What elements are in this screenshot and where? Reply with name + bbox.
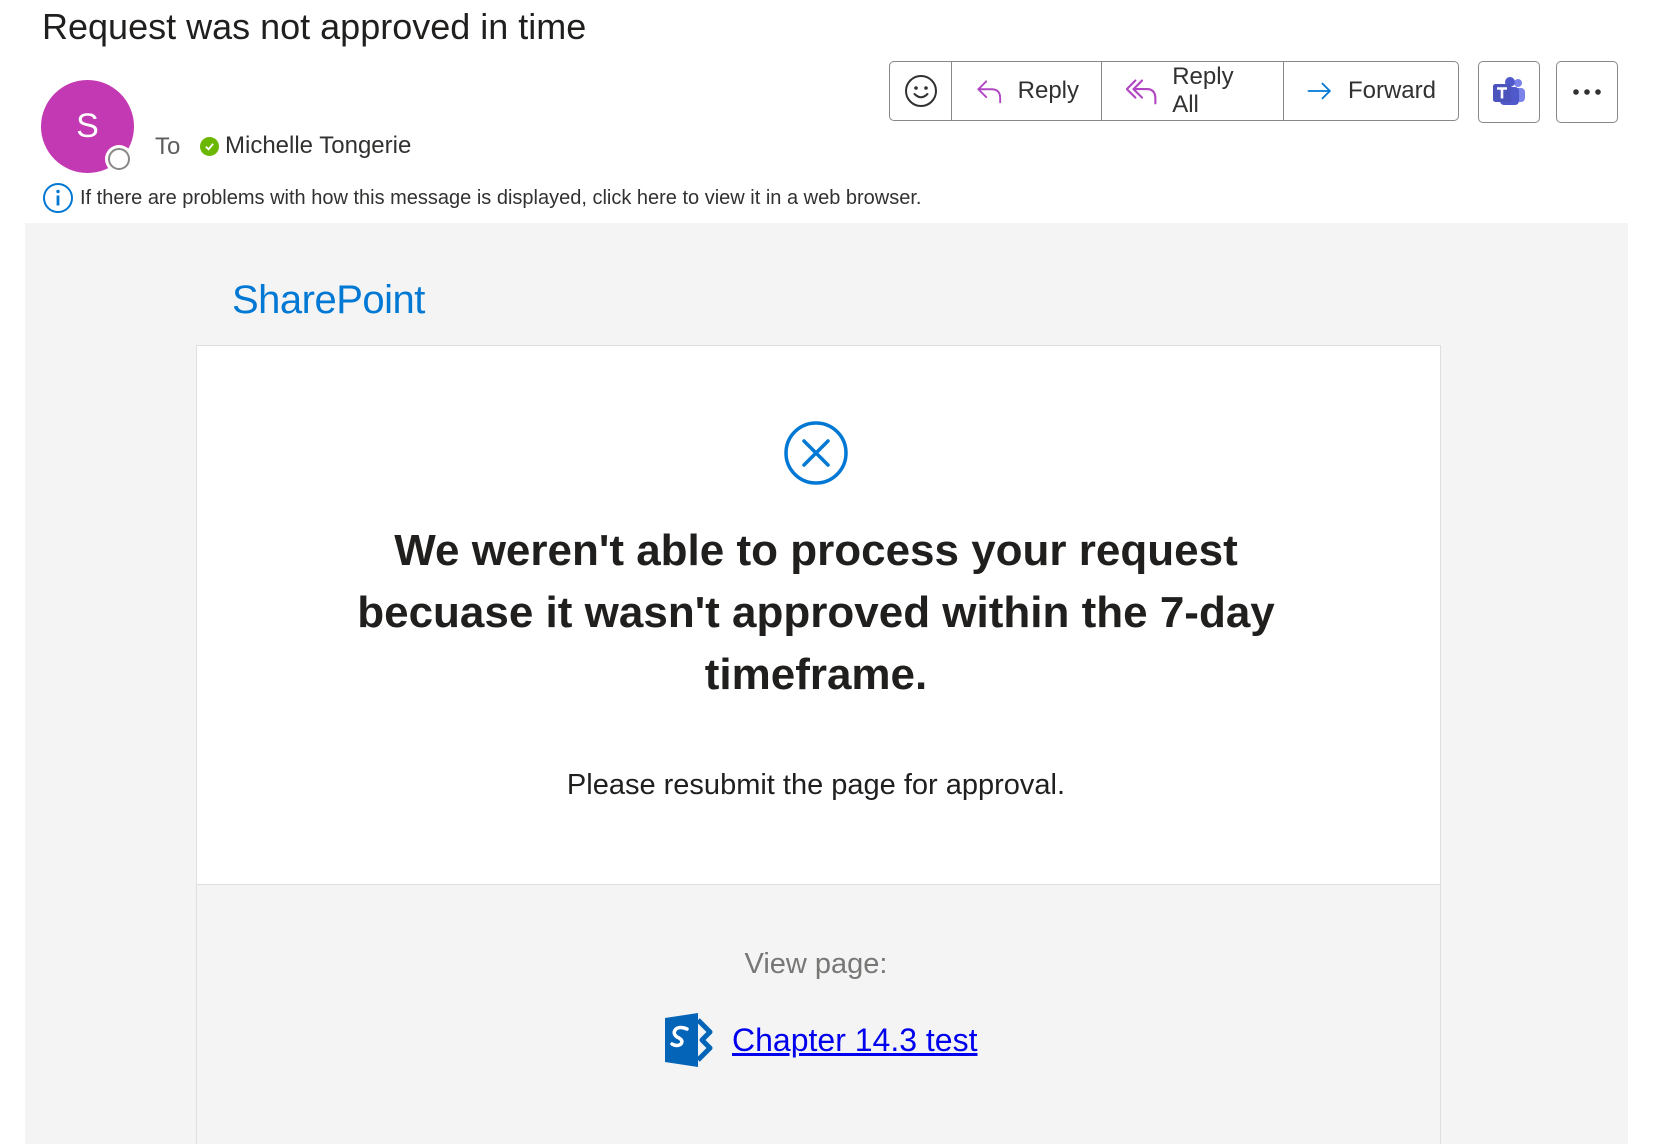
available-status-icon [200,136,219,156]
sharepoint-wordmark: SharePoint [232,278,425,322]
reply-all-arrow-icon [1125,79,1157,105]
sharepoint-icon [665,1013,713,1067]
error-headline: We weren't able to process your request … [357,526,1275,699]
recipient-name: Michelle Tongerie [225,132,412,159]
more-dots-icon [1573,89,1601,95]
teams-icon [1493,77,1525,105]
message-actions-toolbar: Reply Reply All Forward [889,61,1459,121]
email-reading-pane: Request was not approved in time S To Mi… [0,0,1660,1144]
circle-x-icon [784,421,848,485]
forward-button[interactable]: Forward [1284,62,1458,120]
smiley-icon [904,75,937,107]
info-bar-text: If there are problems with how this mess… [80,186,922,209]
view-page-label: View page: [744,948,888,980]
resubmit-instruction: Please resubmit the page for approval. [566,769,1066,801]
presence-status-icon [108,148,130,170]
page-link[interactable]: Chapter 14.3 test [732,1022,977,1059]
page-link-row: Chapter 14.3 test [660,1010,977,1070]
email-subject: Request was not approved in time [42,6,587,47]
forward-arrow-icon [1307,82,1331,100]
reply-label: Reply [1017,77,1079,104]
recipient-chip[interactable]: Michelle Tongerie [200,132,411,160]
reply-arrow-icon [977,80,1002,104]
reply-all-label: Reply All [1172,63,1234,118]
more-actions-button[interactable] [1556,61,1618,123]
reply-button[interactable]: Reply [952,62,1102,120]
reaction-button[interactable] [890,62,952,120]
info-icon [43,183,73,213]
view-in-browser-notice[interactable]: If there are problems with how this mess… [42,182,921,214]
forward-label: Forward [1347,77,1436,104]
teams-share-button[interactable] [1478,61,1540,123]
avatar-initial: S [76,107,99,145]
reply-all-button[interactable]: Reply All [1102,62,1284,120]
to-label: To [155,133,181,160]
